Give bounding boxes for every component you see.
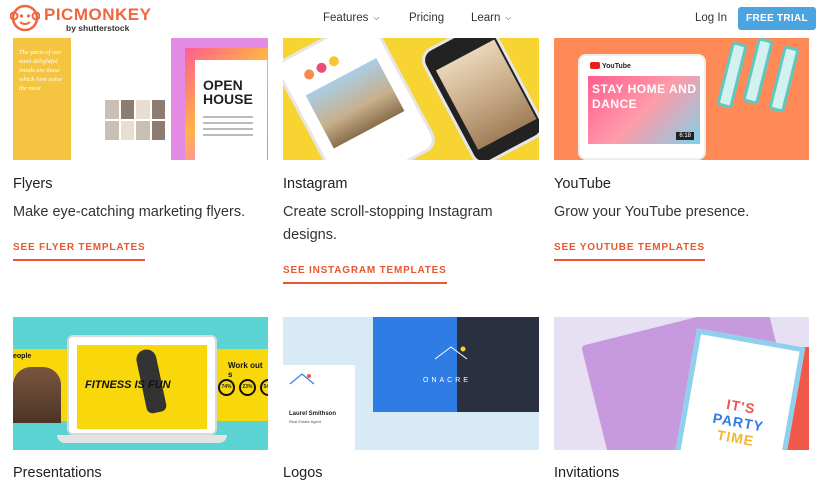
mountain-logo-icon [434, 346, 468, 360]
logo-dark-panel [457, 317, 539, 412]
video-thumbnail: STAY HOME AND DANCE 6:18 [588, 76, 700, 144]
story-circles [302, 54, 341, 82]
site-header: PICMONKEY by shutterstock Features ⌵ Pric… [0, 0, 826, 38]
poster-text-lines [203, 116, 253, 140]
card-person-role: Real Estate Agent [289, 419, 322, 424]
logos-thumbnail[interactable]: ONACRE Laurel Smithson Real Estate Agent [283, 317, 539, 450]
nav-learn[interactable]: Learn ⌵ [471, 12, 512, 24]
presentations-thumbnail[interactable]: eople Work out s 74% 23% 54% FITNESS IS … [13, 317, 268, 450]
poster-headline: OPEN HOUSE [203, 77, 253, 107]
business-card: Laurel Smithson Real Estate Agent [283, 365, 355, 450]
video-title-text: STAY HOME AND DANCE [592, 82, 697, 111]
youtube-thumbnail[interactable]: YouTube STAY HOME AND DANCE 6:18 [554, 38, 809, 160]
login-link[interactable]: Log In [695, 12, 727, 24]
laptop-base [57, 435, 227, 443]
tablet-mockup: YouTube STAY HOME AND DANCE 6:18 [578, 54, 706, 160]
monkey-face-icon [10, 4, 40, 32]
nav-pricing-label: Pricing [409, 12, 445, 24]
logo-subtitle: by shutterstock [66, 23, 130, 33]
poster-inner: OPEN HOUSE [195, 60, 267, 160]
flyer-quote-text: The parts of our most delightful minds a… [19, 49, 63, 92]
open-house-poster: OPEN HOUSE [185, 48, 268, 160]
logo-wordmark: PICMONKEY [44, 5, 152, 24]
invitation-headline: IT'S PARTY TIME [697, 392, 780, 450]
logo-brand-text: ONACRE [423, 377, 471, 384]
see-instagram-templates-link[interactable]: SEE INSTAGRAM TEMPLATES [283, 265, 447, 284]
see-flyer-templates-link[interactable]: SEE FLYER TEMPLATES [13, 242, 146, 261]
nav-learn-label: Learn [471, 12, 501, 24]
card-title-presentations: Presentations [13, 465, 102, 481]
card-title-youtube: YouTube [554, 176, 611, 192]
chevron-down-icon: ⌵ [505, 13, 512, 22]
stat-circle: 23% [239, 379, 256, 396]
slide-left-text: eople [13, 353, 32, 360]
flyers-thumbnail[interactable]: The parts of our most delightful minds a… [13, 38, 268, 160]
nav-features[interactable]: Features ⌵ [323, 12, 379, 24]
flyer-yellow-panel: The parts of our most delightful minds a… [13, 38, 71, 160]
flyer-photo-grid [105, 100, 165, 140]
free-trial-button[interactable]: FREE TRIAL [738, 7, 816, 30]
chevron-down-icon: ⌵ [373, 13, 380, 22]
card-desc-instagram: Create scroll-stopping Instagram designs… [283, 204, 493, 243]
card-title-logos: Logos [283, 465, 323, 481]
logo-blue-panel [373, 317, 457, 412]
picmonkey-logo[interactable]: PICMONKEY by shutterstock [10, 3, 180, 37]
flyer-white-panel [71, 38, 171, 160]
see-youtube-templates-link[interactable]: SEE YOUTUBE TEMPLATES [554, 242, 705, 261]
invitations-thumbnail[interactable]: IT'S PARTY TIME [554, 317, 809, 450]
slide-person-photo [13, 367, 61, 423]
card-title-instagram: Instagram [283, 176, 348, 192]
nav-features-label: Features [323, 12, 369, 24]
card-person-name: Laurel Smithson [289, 411, 337, 417]
card-desc-flyers: Make eye-catching marketing flyers. [13, 204, 246, 220]
youtube-logo: YouTube [590, 62, 631, 70]
stat-circle: 74% [218, 379, 235, 396]
youtube-play-icon [590, 62, 600, 69]
instagram-thumbnail[interactable] [283, 38, 539, 160]
slide-headline: FITNESS IS FUN [85, 379, 171, 391]
card-desc-youtube: Grow your YouTube presence. [554, 204, 750, 220]
slide-right-text: Work out s [228, 361, 263, 379]
card-title-flyers: Flyers [13, 176, 53, 192]
nav-pricing[interactable]: Pricing [409, 12, 444, 24]
card-title-invitations: Invitations [554, 465, 620, 481]
card-logo-icon [289, 373, 315, 385]
laptop-screen: FITNESS IS FUN [77, 345, 207, 429]
video-duration: 6:18 [676, 132, 694, 140]
youtube-brand-text: YouTube [602, 63, 631, 70]
laptop-mockup: FITNESS IS FUN [67, 335, 217, 435]
